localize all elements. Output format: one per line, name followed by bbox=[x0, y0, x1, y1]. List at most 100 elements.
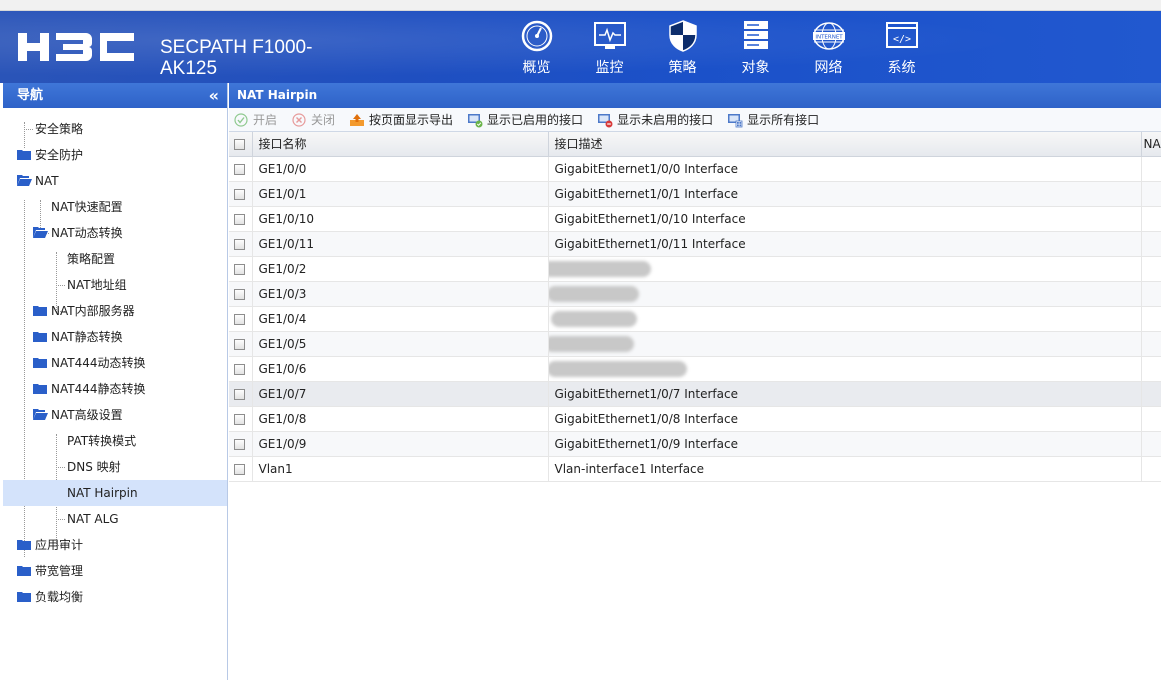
row-checkbox[interactable] bbox=[234, 388, 245, 400]
row-checkbox[interactable] bbox=[234, 463, 245, 475]
row-checkbox[interactable] bbox=[234, 188, 245, 200]
nav-item-app-audit[interactable]: 应用审计 bbox=[3, 532, 227, 558]
nav-item-label: 策略配置 bbox=[67, 252, 116, 266]
shield-icon bbox=[668, 20, 697, 52]
nav-title: 导航 bbox=[17, 88, 44, 103]
nav-item-dns-mapping[interactable]: DNS 映射 bbox=[3, 454, 227, 480]
nav-item-load-balance[interactable]: 负载均衡 bbox=[3, 584, 227, 610]
nav-item-label: 安全策略 bbox=[35, 122, 84, 136]
close-circle-icon bbox=[292, 112, 306, 127]
nav-item-nat-address-group[interactable]: NAT地址组 bbox=[3, 272, 227, 298]
export-button[interactable]: 按页面显示导出 bbox=[349, 111, 453, 128]
redaction-blob bbox=[548, 260, 651, 277]
nav-item-security-policy[interactable]: 安全策略 bbox=[3, 116, 227, 142]
table-row[interactable]: GE1/0/2 bbox=[229, 256, 1161, 282]
export-icon bbox=[350, 113, 365, 126]
table-row[interactable]: GE1/0/3 bbox=[229, 281, 1161, 307]
row-checkbox[interactable] bbox=[234, 338, 245, 350]
column-header-description[interactable]: 接口描述 bbox=[548, 132, 1142, 157]
nav-item-nat-dynamic[interactable]: NAT动态转换 bbox=[3, 220, 227, 246]
code-window-icon: </> bbox=[885, 22, 918, 48]
table-row[interactable]: GE1/0/1 GigabitEthernet1/0/1 Interface bbox=[229, 181, 1161, 207]
folder-open-icon bbox=[33, 227, 48, 238]
main-content: NAT Hairpin 开启 关闭 按页面显示导出 显示已启用的接口 显示未启用… bbox=[229, 83, 1161, 680]
nav-item-policy-config[interactable]: 策略配置 bbox=[3, 246, 227, 272]
interface-enabled-icon bbox=[468, 113, 483, 127]
topnav-system[interactable]: </> 系统 bbox=[865, 19, 938, 79]
interface-description: GigabitEthernet1/0/8 Interface bbox=[548, 406, 1142, 432]
nav-item-nat-advanced[interactable]: NAT高级设置 bbox=[3, 402, 227, 428]
table-row[interactable]: GE1/0/10 GigabitEthernet1/0/10 Interface bbox=[229, 206, 1161, 232]
row-checkbox[interactable] bbox=[234, 413, 245, 425]
svg-text:</>: </> bbox=[892, 34, 910, 45]
nav-item-nat444-static[interactable]: NAT444静态转换 bbox=[3, 376, 227, 402]
interface-name: GE1/0/0 bbox=[252, 156, 549, 182]
interface-description: GigabitEthernet1/0/10 Interface bbox=[548, 206, 1142, 232]
interface-description-redacted bbox=[548, 306, 1142, 332]
interface-name: GE1/0/1 bbox=[252, 181, 549, 207]
folder-closed-icon bbox=[33, 383, 47, 394]
product-name-line2: AK125 bbox=[160, 58, 218, 79]
table-row[interactable]: GE1/0/6 bbox=[229, 356, 1161, 382]
topnav-monitor[interactable]: 监控 bbox=[573, 19, 646, 79]
interface-name: GE1/0/4 bbox=[252, 306, 549, 332]
show-enabled-button[interactable]: 显示已启用的接口 bbox=[467, 111, 583, 128]
row-checkbox[interactable] bbox=[234, 363, 245, 375]
nav-item-label: NAT内部服务器 bbox=[51, 304, 135, 318]
nav-item-nat-internal-server[interactable]: NAT内部服务器 bbox=[3, 298, 227, 324]
nav-item-nat-static[interactable]: NAT静态转换 bbox=[3, 324, 227, 350]
table-row[interactable]: GE1/0/7 GigabitEthernet1/0/7 Interface bbox=[229, 381, 1161, 407]
row-checkbox[interactable] bbox=[234, 213, 245, 225]
row-checkbox[interactable] bbox=[234, 163, 245, 175]
nav-item-nat-hairpin[interactable]: NAT Hairpin bbox=[3, 480, 227, 506]
table-row[interactable]: GE1/0/4 bbox=[229, 306, 1161, 332]
table-row[interactable]: GE1/0/11 GigabitEthernet1/0/11 Interface bbox=[229, 231, 1161, 257]
row-checkbox[interactable] bbox=[234, 263, 245, 275]
monitor-icon bbox=[593, 22, 626, 49]
topnav-object[interactable]: 对象 bbox=[719, 19, 792, 79]
interface-description: GigabitEthernet1/0/0 Interface bbox=[548, 156, 1142, 182]
interface-name: GE1/0/11 bbox=[252, 231, 549, 257]
show-all-button[interactable]: 显示所有接口 bbox=[727, 111, 819, 128]
disable-button[interactable]: 关闭 bbox=[291, 111, 335, 128]
enable-button[interactable]: 开启 bbox=[233, 111, 277, 128]
folder-closed-icon bbox=[17, 565, 31, 576]
topnav-policy-label: 策略 bbox=[668, 60, 697, 76]
folder-open-icon bbox=[17, 175, 32, 186]
topnav-policy[interactable]: 策略 bbox=[646, 19, 719, 79]
folder-open-icon bbox=[33, 409, 48, 420]
app-header: SECPATH F1000- AK125 概览 监控 策略 对象 INTERNE… bbox=[0, 11, 1161, 83]
nav-item-bandwidth[interactable]: 带宽管理 bbox=[3, 558, 227, 584]
table-row[interactable]: GE1/0/9 GigabitEthernet1/0/9 Interface bbox=[229, 431, 1161, 457]
show-all-button-label: 显示所有接口 bbox=[747, 113, 820, 127]
nav-item-nat-quick-config[interactable]: NAT快速配置 bbox=[3, 194, 227, 220]
row-checkbox[interactable] bbox=[234, 238, 245, 250]
column-header-name[interactable]: 接口名称 bbox=[252, 132, 549, 157]
topnav-network[interactable]: INTERNET 网络 bbox=[792, 19, 865, 79]
interface-description-redacted bbox=[548, 281, 1142, 307]
table-row[interactable]: GE1/0/8 GigabitEthernet1/0/8 Interface bbox=[229, 406, 1161, 432]
show-disabled-button[interactable]: 显示未启用的接口 bbox=[597, 111, 713, 128]
row-checkbox[interactable] bbox=[234, 313, 245, 325]
column-header-third[interactable]: NA bbox=[1141, 132, 1161, 157]
row-checkbox[interactable] bbox=[234, 438, 245, 450]
nav-item-pat-mode[interactable]: PAT转换模式 bbox=[3, 428, 227, 454]
nav-item-label: NAT ALG bbox=[67, 512, 119, 526]
table-row[interactable]: Vlan1 Vlan-interface1 Interface bbox=[229, 456, 1161, 482]
nav-item-nat-alg[interactable]: NAT ALG bbox=[3, 506, 227, 532]
table-row[interactable]: GE1/0/5 bbox=[229, 331, 1161, 357]
product-name-line1: SECPATH F1000- bbox=[160, 37, 313, 58]
show-disabled-button-label: 显示未启用的接口 bbox=[617, 113, 714, 127]
nav-item-nat444-dynamic[interactable]: NAT444动态转换 bbox=[3, 350, 227, 376]
collapse-nav-button[interactable]: « bbox=[209, 83, 219, 108]
row-checkbox[interactable] bbox=[234, 288, 245, 300]
select-all-cell bbox=[229, 132, 253, 157]
table-row[interactable]: GE1/0/0 GigabitEthernet1/0/0 Interface bbox=[229, 156, 1161, 182]
topnav-monitor-label: 监控 bbox=[595, 60, 624, 76]
nav-item-security-protection[interactable]: 安全防护 bbox=[3, 142, 227, 168]
topnav-overview[interactable]: 概览 bbox=[500, 19, 573, 79]
select-all-checkbox[interactable] bbox=[234, 138, 245, 150]
interface-description-redacted bbox=[548, 331, 1142, 357]
nav-item-nat[interactable]: NAT bbox=[3, 168, 227, 194]
nav-item-label: NAT高级设置 bbox=[51, 408, 123, 422]
